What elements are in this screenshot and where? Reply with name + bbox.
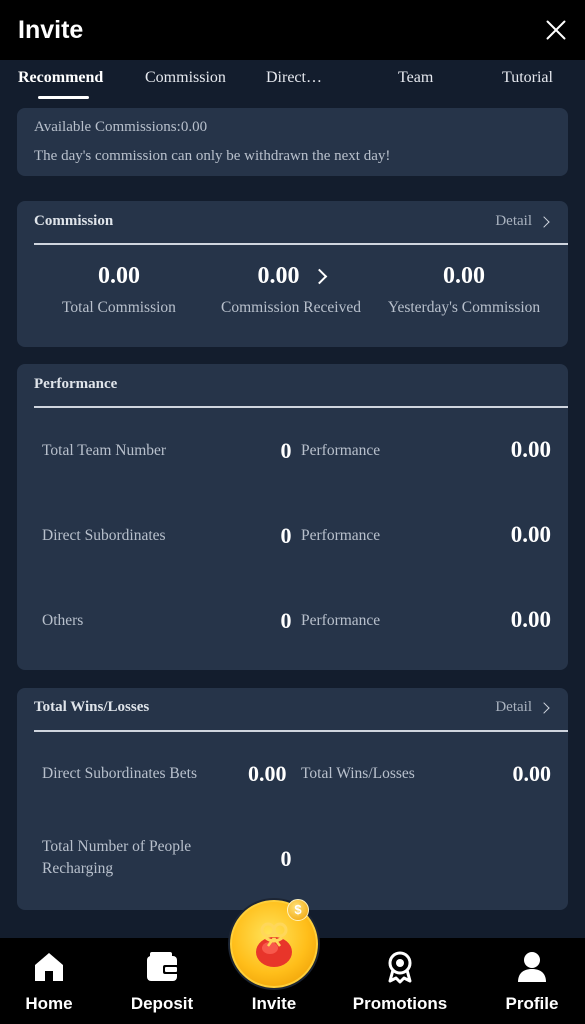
- recharging-value: 0: [280, 846, 292, 871]
- tab-bar: Recommend Commission Direct… Team Tutori…: [0, 60, 585, 102]
- row-count: 0: [280, 438, 292, 463]
- nav-home-label: Home: [25, 994, 73, 1013]
- wins-losses-title: Total Wins/Losses: [34, 699, 150, 715]
- yesterday-commission-label: Yesterday's Commission: [387, 299, 541, 316]
- nav-promotions-label: Promotions: [352, 994, 448, 1013]
- divider: [34, 730, 568, 732]
- recharging-label: Total Number of People Recharging: [42, 836, 191, 880]
- recharging-label-line1: Total Number of People: [42, 838, 192, 855]
- top-bar: Invite: [0, 0, 585, 60]
- user-icon: [518, 952, 546, 982]
- performance-row-direct: Direct Subordinates 0 Performance 0.00: [17, 521, 568, 551]
- commission-title: Commission: [34, 213, 114, 229]
- nav-deposit[interactable]: Deposit: [107, 938, 217, 1024]
- total-commission-label: Total Commission: [62, 299, 176, 316]
- tab-tutorial[interactable]: Tutorial: [502, 69, 553, 87]
- coin-icon: $: [287, 899, 309, 921]
- commission-received-value: 0.00: [257, 262, 300, 289]
- commission-detail-link[interactable]: Detail: [495, 213, 550, 230]
- performance-card: Performance Total Team Number 0 Performa…: [17, 364, 568, 670]
- row-performance-value: 0.00: [510, 607, 551, 632]
- nav-profile-label: Profile: [505, 994, 559, 1013]
- row-performance-value: 0.00: [510, 437, 551, 462]
- row-count: 0: [280, 523, 292, 548]
- row-performance-label: Performance: [301, 527, 381, 544]
- active-tab-indicator: [38, 96, 89, 99]
- available-commission: Available Commissions:0.00: [34, 118, 551, 140]
- tab-commission[interactable]: Commission: [145, 69, 226, 87]
- wins-losses-card: Total Wins/Losses Detail Direct Subordin…: [17, 688, 568, 910]
- row-performance-label: Performance: [301, 612, 381, 629]
- available-commission-value: 0.00: [180, 119, 208, 135]
- gift-bag-icon: [256, 922, 292, 967]
- wins-losses-detail-link[interactable]: Detail: [495, 699, 550, 716]
- yesterday-commission-stat: 0.00 Yesterday's Commission: [383, 261, 545, 317]
- close-icon[interactable]: [545, 19, 567, 41]
- award-badge-icon: [388, 951, 412, 984]
- tab-recommend[interactable]: Recommend: [18, 69, 103, 87]
- total-commission-value: 0.00: [98, 262, 140, 289]
- available-commission-card: Available Commissions:0.00 The day's com…: [17, 108, 568, 176]
- performance-title: Performance: [34, 376, 118, 392]
- recharging-label-line2: Recharging: [42, 860, 114, 877]
- direct-bets-label: Direct Subordinates Bets: [42, 765, 197, 782]
- performance-row-team: Total Team Number 0 Performance 0.00: [17, 436, 568, 466]
- withdraw-note: The day's commission can only be withdra…: [34, 148, 391, 164]
- available-commission-label: Available Commissions:: [34, 119, 181, 135]
- row-count: 0: [280, 608, 292, 633]
- divider: [34, 406, 568, 408]
- nav-promotions[interactable]: Promotions: [345, 938, 455, 1024]
- commission-card: Commission Detail 0.00 Total Commission …: [17, 201, 568, 347]
- performance-row-others: Others 0 Performance 0.00: [17, 606, 568, 636]
- detail-label: Detail: [495, 213, 532, 229]
- divider: [34, 243, 568, 245]
- total-wins-losses-label: Total Wins/Losses: [301, 765, 415, 782]
- page-title: Invite: [18, 15, 84, 44]
- chevron-right-icon: [538, 701, 550, 714]
- nav-invite-label: Invite: [251, 994, 297, 1013]
- wallet-icon: [147, 952, 179, 981]
- detail-label: Detail: [495, 699, 532, 715]
- row-label: Others: [42, 612, 84, 629]
- chevron-right-icon: [538, 215, 550, 228]
- row-label: Direct Subordinates: [42, 527, 166, 544]
- nav-home[interactable]: Home: [0, 938, 104, 1024]
- row-performance-label: Performance: [301, 442, 381, 459]
- nav-deposit-label: Deposit: [130, 994, 194, 1013]
- tab-direct[interactable]: Direct…: [266, 69, 322, 87]
- tab-team[interactable]: Team: [398, 69, 433, 87]
- row-label: Total Team Number: [42, 442, 167, 459]
- commission-received-stat[interactable]: 0.00 Commission Received: [213, 261, 369, 317]
- commission-received-label: Commission Received: [221, 299, 361, 316]
- chevron-right-icon: [311, 268, 327, 284]
- home-icon: [35, 953, 63, 981]
- nav-profile[interactable]: Profile: [477, 938, 585, 1024]
- total-commission-stat: 0.00 Total Commission: [43, 261, 195, 317]
- direct-bets-value: 0.00: [248, 761, 287, 786]
- yesterday-commission-value: 0.00: [443, 262, 485, 289]
- row-performance-value: 0.00: [510, 522, 551, 547]
- total-wins-losses-value: 0.00: [512, 761, 552, 786]
